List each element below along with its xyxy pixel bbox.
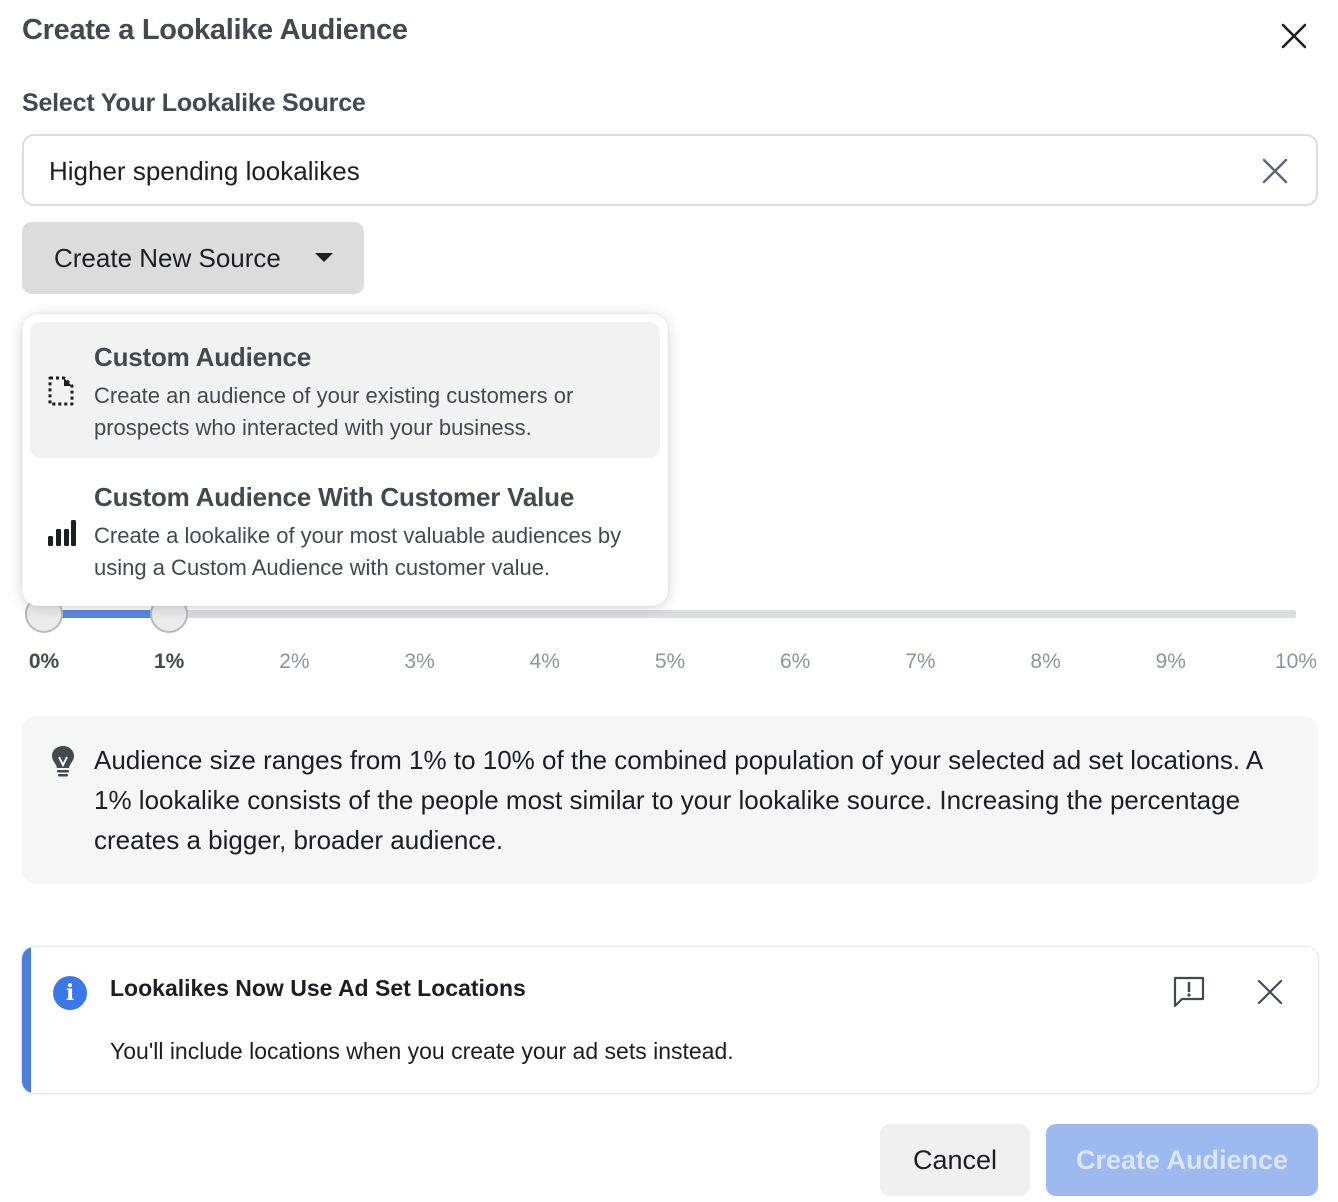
clear-source-button[interactable] [1260,156,1290,186]
feedback-button[interactable] [1172,975,1206,1009]
audience-size-tip: Audience size ranges from 1% to 10% of t… [22,716,1318,884]
slider-tick-label: 4% [529,650,560,673]
slider-tick-label: 5% [654,650,686,673]
notice-close-button[interactable] [1255,977,1285,1007]
create-source-dropdown-menu: Custom Audience Create an audience of yo… [22,314,668,606]
locations-notice: i Lookalikes Now Use Ad Set Locations Yo… [22,947,1318,1093]
dialog-close-button[interactable] [1276,18,1312,54]
slider-tick-label: 6% [780,650,811,673]
create-new-source-button[interactable]: Create New Source [22,222,364,294]
slider-tick-label: 0% [28,650,60,673]
feedback-icon [1173,976,1205,1008]
close-icon [1281,23,1307,49]
tip-text: Audience size ranges from 1% to 10% of t… [94,745,1262,855]
clear-icon [1262,158,1288,184]
notice-title: Lookalikes Now Use Ad Set Locations [110,975,526,1001]
bar-chart-icon [48,520,76,546]
dialog-title: Create a Lookalike Audience [22,14,408,46]
menu-item-custom-audience-customer-value[interactable]: Custom Audience With Customer Value Crea… [30,462,660,598]
info-icon: i [53,976,87,1010]
create-new-source-label: Create New Source [54,243,281,273]
lightbulb-icon [52,746,74,777]
slider-tick-label: 9% [1155,650,1186,673]
slider-tick-label: 2% [279,650,310,673]
document-icon [48,376,74,406]
menu-item-title: Custom Audience [94,342,312,372]
slider-tick-label: 10% [1274,650,1318,673]
slider-tick-label: 3% [404,650,435,673]
slider-tick-label: 1% [154,650,185,673]
close-icon [1257,979,1283,1005]
source-value: Higher spending lookalikes [49,156,360,186]
slider-track[interactable] [44,610,1296,618]
menu-item-description: Create a lookalike of your most valuable… [94,523,622,580]
slider-tick-label: 8% [1030,650,1061,673]
cancel-button[interactable]: Cancel [880,1124,1030,1196]
menu-item-description: Create an audience of your existing cust… [94,383,574,440]
notice-body: You'll include locations when you create… [110,1038,734,1064]
slider-tick-label: 7% [905,650,936,673]
create-audience-button[interactable]: Create Audience [1046,1124,1318,1196]
source-section-label: Select Your Lookalike Source [22,89,366,117]
notice-accent-bar [22,947,31,1093]
menu-item-title: Custom Audience With Customer Value [94,482,575,512]
caret-down-icon [315,253,333,262]
menu-item-custom-audience[interactable]: Custom Audience Create an audience of yo… [30,322,660,458]
lookalike-source-input[interactable]: Higher spending lookalikes [22,134,1318,206]
